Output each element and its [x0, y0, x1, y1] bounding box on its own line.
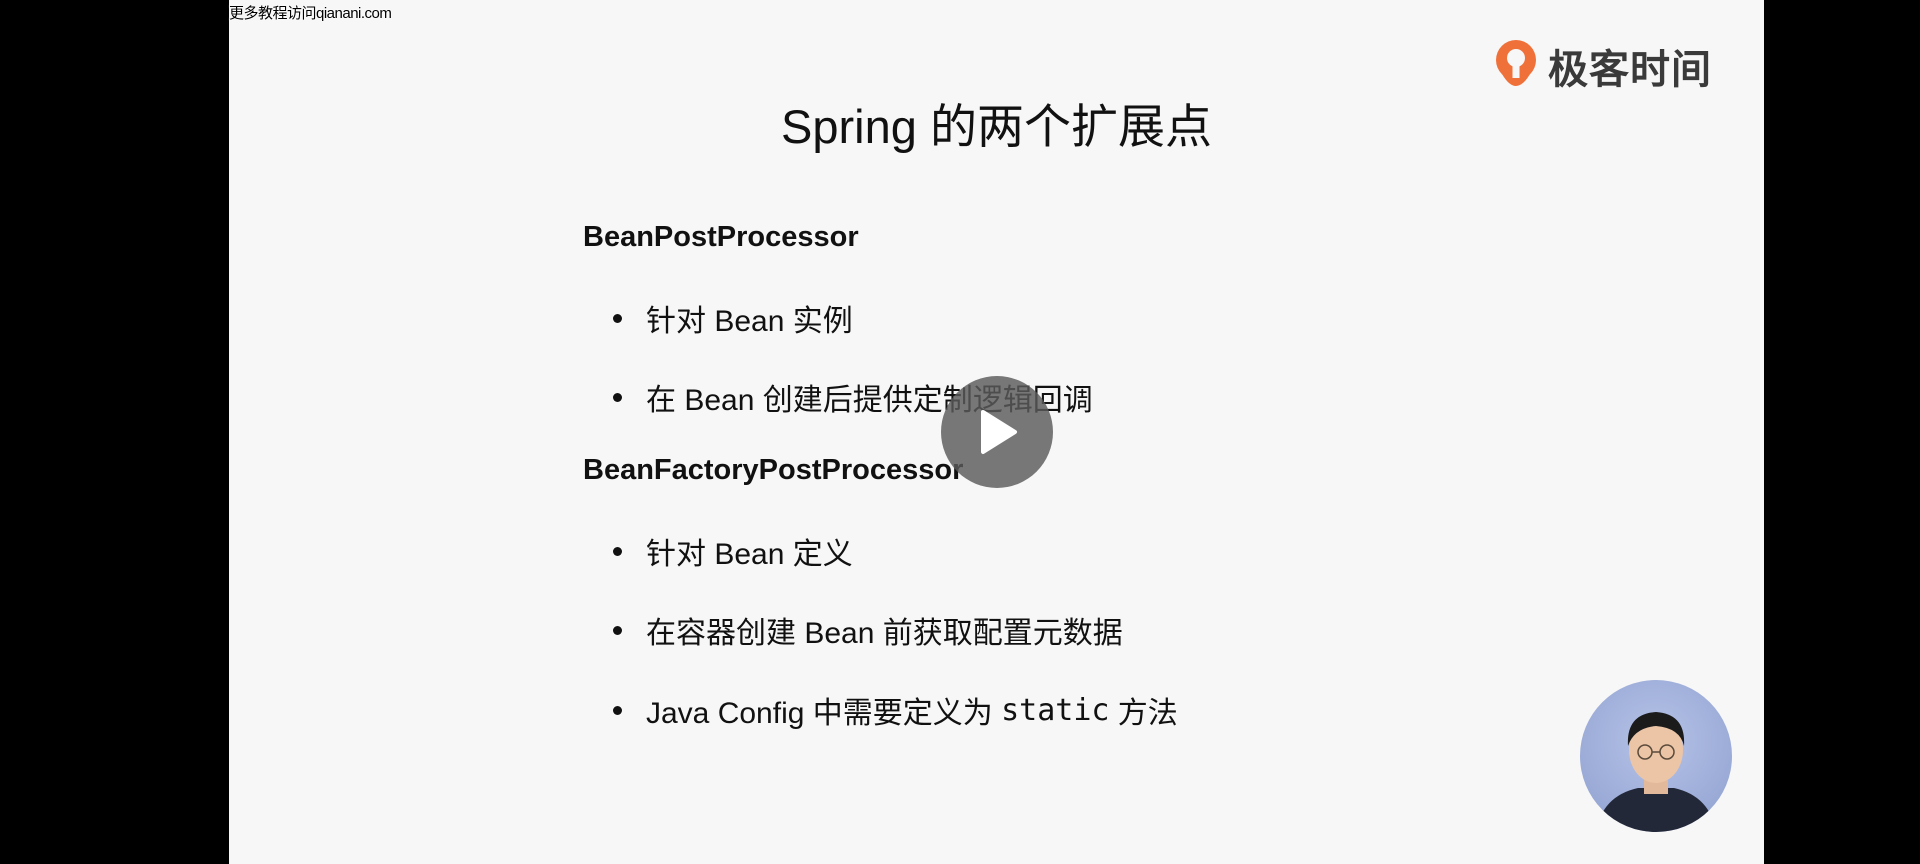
bullet-dot	[613, 392, 622, 402]
bullet-dot	[613, 705, 622, 715]
bullet-dot	[613, 546, 622, 556]
bullet-item: Java Config 中需要定义为 static 方法	[612, 688, 1178, 732]
brand-logo: 极客时间	[1492, 38, 1712, 94]
play-button[interactable]	[941, 376, 1053, 488]
play-icon	[981, 410, 1017, 454]
bullet-dot	[613, 313, 622, 323]
bullet-text: 在容器创建 Bean 前获取配置元数据	[646, 617, 1123, 650]
bullet-text: 针对 Bean 实例	[646, 305, 853, 338]
watermark-text: 更多教程访问qianani.com	[229, 5, 392, 22]
bullet-item: 针对 Bean 定义	[612, 529, 853, 573]
slide-title: Spring 的两个扩展点	[781, 100, 1212, 153]
presenter-avatar-icon	[1596, 712, 1716, 832]
bullet-text-after: 方法	[1109, 697, 1178, 730]
bullet-text-before: Java Config 中需要定义为	[646, 697, 1002, 730]
presenter-avatar	[1580, 680, 1732, 832]
logo-icon	[1496, 40, 1536, 86]
bullet-item: 在容器创建 Bean 前获取配置元数据	[612, 608, 1123, 652]
section-heading-bean-factory-post-processor: BeanFactoryPostProcessor	[583, 454, 964, 486]
bullet-item: 针对 Bean 实例	[612, 296, 853, 340]
bullet-dot	[613, 625, 622, 635]
bullet-code: static	[1001, 692, 1110, 728]
bullet-text: 针对 Bean 定义	[646, 538, 853, 571]
logo-text: 极客时间	[1548, 48, 1712, 92]
section-heading-bean-post-processor: BeanPostProcessor	[583, 221, 859, 253]
